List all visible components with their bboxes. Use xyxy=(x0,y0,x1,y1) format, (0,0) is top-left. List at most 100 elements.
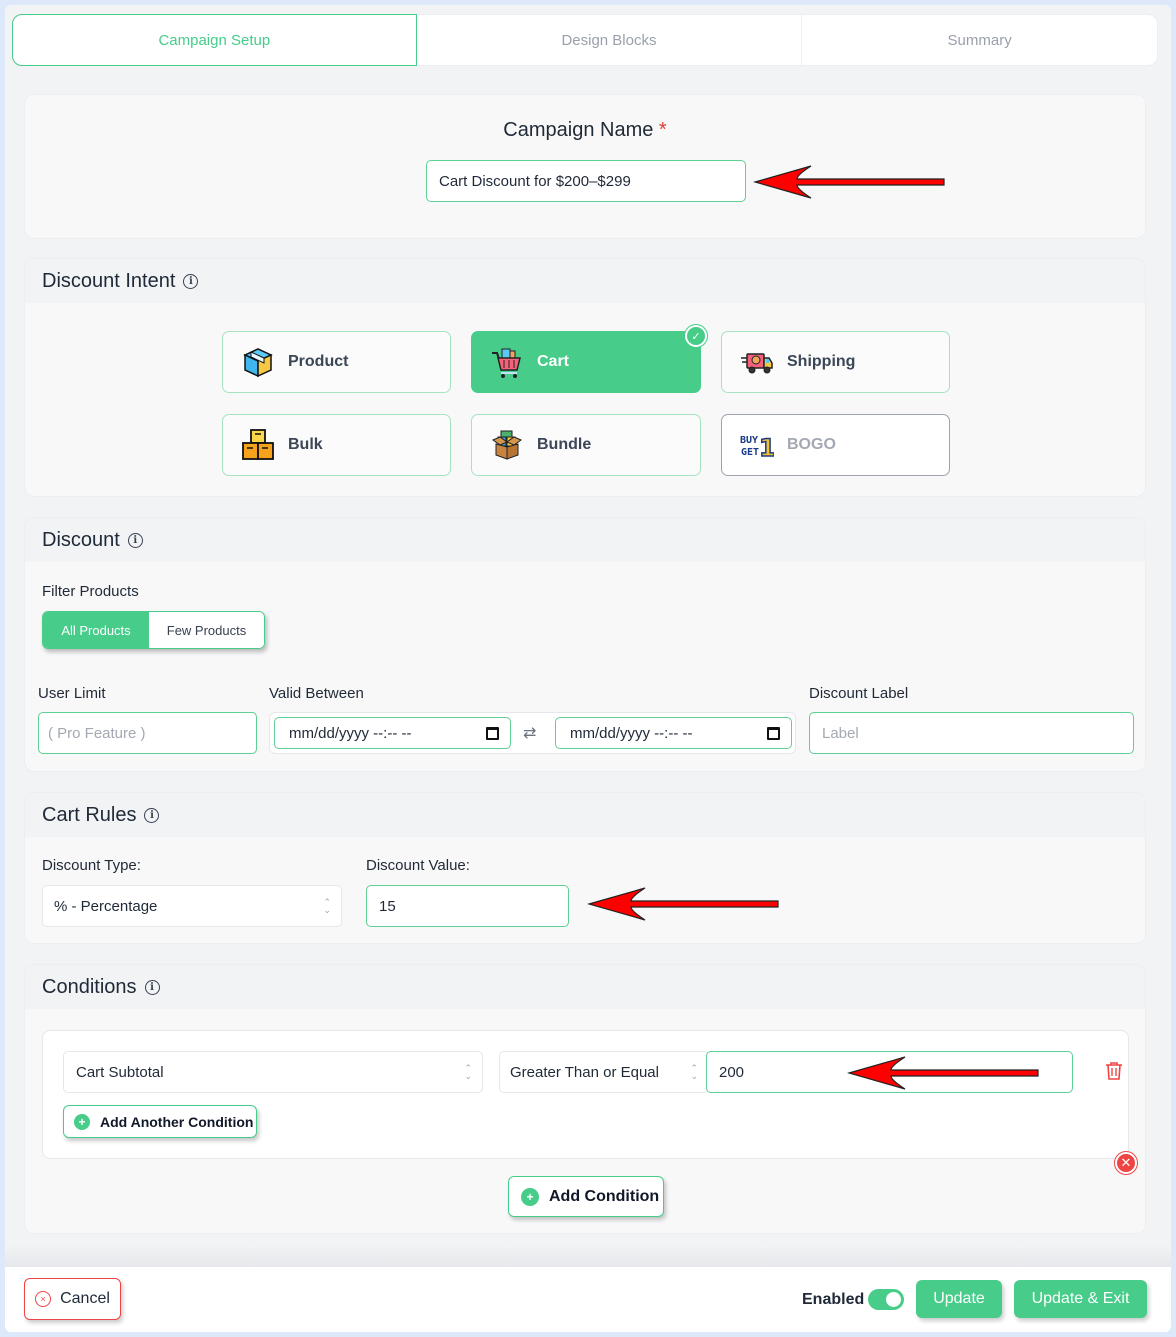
discount-value-label: Discount Value: xyxy=(366,857,470,874)
plus-icon: + xyxy=(521,1187,539,1206)
user-limit-input[interactable]: ( Pro Feature ) xyxy=(38,712,257,754)
campaign-name-card: Campaign Name * xyxy=(24,94,1146,239)
info-icon[interactable]: i xyxy=(144,807,160,823)
add-condition-button[interactable]: + Add Condition xyxy=(508,1176,664,1217)
intent-option-bogo[interactable]: BUYGET1 BOGO xyxy=(721,414,950,476)
condition-operator-select[interactable]: Greater Than or Equal ⌃ ⌄ xyxy=(499,1051,709,1093)
intent-options: Product Cart ✓ Shipping Bulk Bundle BUY … xyxy=(222,325,950,476)
info-icon[interactable]: i xyxy=(183,273,199,289)
trash-icon[interactable] xyxy=(1105,1061,1123,1086)
intent-label: Cart xyxy=(537,353,570,370)
condition-operator-value: Greater Than or Equal xyxy=(510,1063,659,1081)
tab-design-blocks[interactable]: Design Blocks xyxy=(417,15,803,65)
intent-option-bulk[interactable]: Bulk xyxy=(222,414,451,476)
box-icon xyxy=(241,345,275,379)
enabled-toggle[interactable] xyxy=(868,1289,904,1310)
condition-field-value: Cart Subtotal xyxy=(76,1063,164,1081)
info-icon[interactable]: i xyxy=(127,532,143,548)
add-condition-label: Add Condition xyxy=(549,1187,660,1205)
tab-summary[interactable]: Summary xyxy=(802,15,1157,65)
add-another-condition-button[interactable]: + Add Another Condition xyxy=(63,1105,257,1138)
user-limit-label: User Limit xyxy=(38,685,106,702)
intent-label: Shipping xyxy=(787,353,856,370)
date-to-text: mm/dd/yyyy --:-- -- xyxy=(570,724,693,742)
intent-option-product[interactable]: Product xyxy=(222,331,451,393)
remove-group-close-icon[interactable]: ✕ xyxy=(1115,1152,1137,1174)
annotation-arrow xyxy=(847,1056,1039,1090)
stacked-boxes-icon xyxy=(241,428,275,462)
svg-text:1: 1 xyxy=(759,434,774,462)
add-another-condition-label: Add Another Condition xyxy=(100,1113,254,1130)
discount-title: Discount xyxy=(42,528,120,551)
enabled-label: Enabled xyxy=(802,1291,865,1308)
intent-option-shipping[interactable]: Shipping xyxy=(721,331,950,393)
annotation-arrow xyxy=(587,887,779,921)
condition-group: Cart Subtotal ⌃ ⌄ Greater Than or Equal ⌃… xyxy=(42,1030,1129,1159)
info-icon[interactable]: i xyxy=(144,979,160,995)
cancel-icon: × xyxy=(35,1291,52,1307)
conditions-title: Conditions xyxy=(42,975,137,998)
cancel-label: Cancel xyxy=(60,1290,110,1307)
campaign-editor: Campaign Setup Design Blocks Summary Cam… xyxy=(5,5,1171,1332)
swap-icon: ⇄ xyxy=(523,725,537,742)
footer-shadow xyxy=(5,1245,1171,1267)
intent-option-cart[interactable]: Cart ✓ xyxy=(471,325,707,393)
filter-all-products[interactable]: All Products xyxy=(43,612,149,648)
svg-text:GET: GET xyxy=(741,447,759,458)
select-chevron-icon: ⌃ ⌄ xyxy=(323,897,331,915)
discount-type-select[interactable]: % - Percentage ⌃ ⌄ xyxy=(42,885,342,927)
cart-rules-header: Cart Rules i xyxy=(25,793,1145,837)
date-from-input[interactable]: mm/dd/yyyy --:-- -- xyxy=(274,717,511,749)
campaign-name-input[interactable] xyxy=(426,160,746,202)
discount-type-label: Discount Type: xyxy=(42,857,141,874)
discount-header: Discount i xyxy=(25,518,1145,562)
discount-label-label: Discount Label xyxy=(809,685,909,702)
filter-products-toggle: All Products Few Products xyxy=(42,611,265,649)
campaign-name-label-text: Campaign Name xyxy=(503,119,654,141)
shopping-cart-icon xyxy=(490,345,524,379)
discount-value-input[interactable]: 15 xyxy=(366,885,569,927)
date-to-input[interactable]: mm/dd/yyyy --:-- -- xyxy=(555,717,792,749)
cart-rules-card: Cart Rules i Discount Type: % - Percenta… xyxy=(24,792,1146,944)
buy-get-one-icon: BUYGET1 xyxy=(740,428,774,462)
conditions-card: Conditions i Cart Subtotal ⌃ ⌄ Greater Th… xyxy=(24,964,1146,1234)
delivery-truck-icon xyxy=(740,345,774,379)
filter-few-products[interactable]: Few Products xyxy=(149,612,264,648)
valid-between-range: mm/dd/yyyy --:-- -- ⇄ mm/dd/yyyy --:-- -… xyxy=(269,712,796,754)
required-mark: * xyxy=(658,119,667,141)
intent-option-bundle[interactable]: Bundle xyxy=(471,414,701,476)
discount-intent-card: Discount Intent i Product Cart ✓ Shippin… xyxy=(24,258,1146,497)
cancel-button[interactable]: × Cancel xyxy=(24,1278,121,1320)
select-chevron-icon: ⌃ ⌄ xyxy=(464,1063,472,1081)
tab-campaign-setup[interactable]: Campaign Setup xyxy=(12,14,417,66)
filter-products-label: Filter Products xyxy=(42,583,139,600)
update-and-exit-button[interactable]: Update & Exit xyxy=(1014,1280,1147,1318)
svg-text:BUY: BUY xyxy=(740,435,758,446)
footer-bar: × Cancel Enabled Update Update & Exit xyxy=(5,1267,1171,1332)
toggle-knob xyxy=(886,1292,901,1307)
plus-icon: + xyxy=(74,1113,90,1130)
discount-type-value: % - Percentage xyxy=(54,897,158,915)
calendar-icon[interactable] xyxy=(486,727,499,740)
calendar-icon[interactable] xyxy=(767,727,780,740)
campaign-name-label: Campaign Name * xyxy=(25,119,1145,142)
update-button[interactable]: Update xyxy=(916,1280,1002,1318)
discount-intent-header: Discount Intent i xyxy=(25,259,1145,303)
intent-label: BOGO xyxy=(787,436,836,453)
discount-intent-title: Discount Intent xyxy=(42,269,176,292)
valid-between-label: Valid Between xyxy=(269,685,364,702)
open-box-icon xyxy=(490,428,524,462)
conditions-header: Conditions i xyxy=(25,965,1145,1009)
intent-label: Product xyxy=(288,353,349,370)
condition-field-select[interactable]: Cart Subtotal ⌃ ⌄ xyxy=(63,1051,483,1093)
intent-label: Bulk xyxy=(288,436,323,453)
step-tabs: Campaign Setup Design Blocks Summary xyxy=(12,14,1158,66)
intent-label: Bundle xyxy=(537,436,592,453)
cart-rules-title: Cart Rules xyxy=(42,803,137,826)
annotation-arrow xyxy=(753,165,945,199)
discount-label-input[interactable]: Label xyxy=(809,712,1134,754)
date-from-text: mm/dd/yyyy --:-- -- xyxy=(289,724,412,742)
selected-check-icon: ✓ xyxy=(685,325,707,347)
discount-card: Discount i Filter Products All Products … xyxy=(24,517,1146,772)
select-chevron-icon: ⌃ ⌄ xyxy=(690,1063,698,1081)
